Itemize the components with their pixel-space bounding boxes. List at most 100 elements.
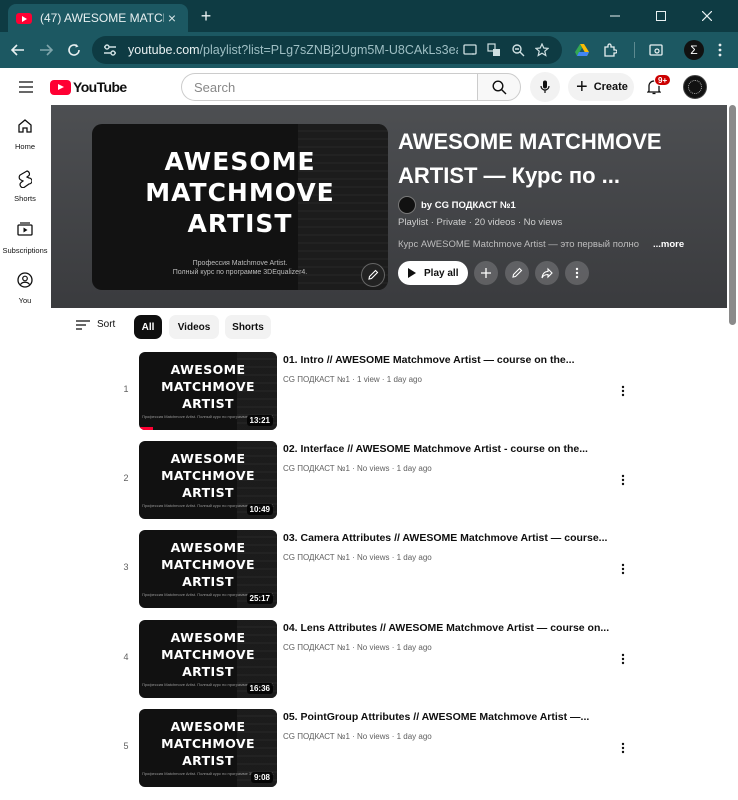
chip-all[interactable]: All bbox=[134, 315, 162, 339]
video-index: 5 bbox=[123, 741, 129, 751]
description-more-link[interactable]: ...more bbox=[653, 239, 684, 250]
play-all-label: Play all bbox=[424, 267, 459, 279]
video-thumbnail[interactable]: AWESOME MATCHMOVE ARTIST Профессия Match… bbox=[139, 352, 277, 430]
guide-label: Home bbox=[14, 142, 35, 151]
video-duration: 10:49 bbox=[246, 504, 273, 515]
hamburger-menu-icon[interactable] bbox=[14, 75, 38, 99]
chip-videos[interactable]: Videos bbox=[169, 315, 219, 339]
thumbnail-title: AWESOME MATCHMOVE ARTIST bbox=[161, 540, 255, 589]
owner-avatar bbox=[398, 196, 416, 214]
browser-tab[interactable]: (47) AWESOME MATCHMOVE A × bbox=[8, 4, 188, 32]
playlist-video-row[interactable]: 5 AWESOME MATCHMOVE ARTIST Профессия Mat… bbox=[110, 709, 635, 789]
play-icon bbox=[408, 268, 416, 278]
video-title[interactable]: 05. PointGroup Attributes // AWESOME Mat… bbox=[283, 711, 613, 723]
video-thumbnail[interactable]: AWESOME MATCHMOVE ARTIST Профессия Match… bbox=[139, 530, 277, 608]
video-index: 3 bbox=[123, 562, 129, 572]
video-thumbnail[interactable]: AWESOME MATCHMOVE ARTIST Профессия Match… bbox=[139, 441, 277, 519]
video-meta: CG ПОДКАСТ №1 · No views · 1 day ago bbox=[283, 553, 432, 562]
new-tab-button[interactable]: + bbox=[196, 6, 216, 26]
guide-item-shorts[interactable]: Shorts bbox=[0, 170, 50, 203]
account-avatar[interactable] bbox=[683, 75, 707, 99]
google-drive-icon[interactable] bbox=[570, 38, 594, 62]
voice-search-button[interactable] bbox=[530, 72, 560, 102]
video-title[interactable]: 01. Intro // AWESOME Matchmove Artist — … bbox=[283, 354, 613, 366]
video-meta: CG ПОДКАСТ №1 · No views · 1 day ago bbox=[283, 464, 432, 473]
chip-shorts[interactable]: Shorts bbox=[225, 315, 271, 339]
thumbnail-subtitle-line: Полный курс по программе 3DEqualizer4. bbox=[172, 269, 308, 276]
playlist-thumbnail[interactable]: AWESOME MATCHMOVE ARTIST Профессия Match… bbox=[92, 124, 388, 290]
translate-icon[interactable] bbox=[484, 40, 504, 60]
edit-playlist-pencil-icon[interactable] bbox=[505, 261, 529, 285]
video-menu-icon[interactable] bbox=[615, 382, 631, 400]
playlist-video-row[interactable]: 4 AWESOME MATCHMOVE ARTIST Профессия Mat… bbox=[110, 620, 635, 700]
search-input[interactable]: Search bbox=[181, 73, 477, 101]
youtube-logo[interactable]: YouTube bbox=[50, 79, 127, 95]
video-duration: 16:36 bbox=[246, 683, 273, 694]
video-index: 4 bbox=[123, 652, 129, 662]
video-meta: CG ПОДКАСТ №1 · 1 view · 1 day ago bbox=[283, 375, 422, 384]
extensions-puzzle-icon[interactable] bbox=[598, 38, 622, 62]
video-duration: 25:17 bbox=[246, 593, 273, 604]
browser-toolbar: youtube.com/playlist?list=PLg7sZNBj2Ugm5… bbox=[0, 32, 738, 68]
video-thumbnail[interactable]: AWESOME MATCHMOVE ARTIST Профессия Match… bbox=[139, 709, 277, 787]
close-window-icon[interactable] bbox=[684, 0, 730, 32]
guide-label: You bbox=[18, 296, 32, 305]
youtube-favicon-icon bbox=[16, 12, 32, 24]
video-menu-icon[interactable] bbox=[615, 560, 631, 578]
tab-close-icon[interactable]: × bbox=[164, 10, 180, 26]
guide-item-you[interactable]: You bbox=[0, 272, 50, 305]
more-actions-icon[interactable] bbox=[565, 261, 589, 285]
add-to-playlist-plus-icon[interactable] bbox=[474, 261, 498, 285]
playlist-video-row[interactable]: 2 AWESOME MATCHMOVE ARTIST Профессия Mat… bbox=[110, 441, 635, 521]
share-arrow-icon[interactable] bbox=[535, 261, 559, 285]
video-menu-icon[interactable] bbox=[615, 739, 631, 757]
watch-progress-bar bbox=[139, 427, 153, 430]
url-text: youtube.com/playlist?list=PLg7sZNBj2Ugm5… bbox=[128, 43, 458, 57]
forward-arrow-icon[interactable] bbox=[34, 38, 58, 62]
maximize-icon[interactable] bbox=[638, 0, 684, 32]
video-duration: 9:08 bbox=[250, 772, 273, 783]
play-all-button[interactable]: Play all bbox=[398, 261, 468, 285]
browser-profile-avatar[interactable]: Σ bbox=[684, 40, 704, 60]
guide-item-subscriptions[interactable]: Subscriptions bbox=[0, 222, 50, 255]
playlist-header: AWESOME MATCHMOVE ARTIST Профессия Match… bbox=[51, 105, 727, 308]
edit-thumbnail-pencil-icon[interactable] bbox=[361, 263, 385, 287]
tab-title: (47) AWESOME MATCHMOVE A bbox=[40, 11, 164, 25]
sort-button[interactable]: Sort bbox=[76, 319, 115, 330]
tab-search-icon[interactable] bbox=[644, 38, 668, 62]
video-title[interactable]: 04. Lens Attributes // AWESOME Matchmove… bbox=[283, 622, 613, 634]
thumbnail-title: AWESOME MATCHMOVE ARTIST bbox=[145, 147, 335, 238]
page-scrollbar[interactable] bbox=[729, 105, 736, 325]
video-meta: CG ПОДКАСТ №1 · No views · 1 day ago bbox=[283, 732, 432, 741]
guide-label: Shorts bbox=[14, 194, 36, 203]
bookmark-star-icon[interactable] bbox=[532, 40, 552, 60]
playlist-video-row[interactable]: 1 AWESOME MATCHMOVE ARTIST Профессия Mat… bbox=[110, 352, 635, 432]
playlist-video-row[interactable]: 3 AWESOME MATCHMOVE ARTIST Профессия Mat… bbox=[110, 530, 635, 610]
back-arrow-icon[interactable] bbox=[6, 38, 30, 62]
search-button[interactable] bbox=[477, 73, 521, 101]
playlist-title: AWESOME MATCHMOVE ARTIST — Курс по ... bbox=[398, 129, 662, 188]
create-button[interactable]: + Create bbox=[568, 73, 634, 101]
address-bar[interactable]: youtube.com/playlist?list=PLg7sZNBj2Ugm5… bbox=[92, 36, 562, 64]
guide-item-home[interactable]: Home bbox=[0, 118, 50, 151]
playlist-owner[interactable]: by CG ПОДКАСТ №1 bbox=[398, 196, 516, 214]
youtube-logo-icon bbox=[50, 79, 71, 95]
thumbnail-subtitle: Профессия Matchmove Artist. Полный курс … bbox=[92, 259, 388, 277]
sort-label: Sort bbox=[97, 319, 116, 330]
notification-count-badge: 9+ bbox=[654, 74, 672, 86]
microphone-icon bbox=[540, 80, 550, 93]
thumbnail-title: AWESOME MATCHMOVE ARTIST bbox=[161, 630, 255, 679]
youtube-masthead: YouTube Search + Create 9+ bbox=[0, 68, 738, 105]
video-menu-icon[interactable] bbox=[615, 471, 631, 489]
you-profile-icon bbox=[0, 272, 50, 292]
video-thumbnail[interactable]: AWESOME MATCHMOVE ARTIST Профессия Match… bbox=[139, 620, 277, 698]
video-menu-icon[interactable] bbox=[615, 650, 631, 668]
reload-icon[interactable] bbox=[62, 38, 86, 62]
site-settings-icon[interactable] bbox=[100, 40, 120, 60]
browser-menu-icon[interactable] bbox=[708, 38, 732, 62]
cast-icon[interactable] bbox=[460, 40, 480, 60]
video-title[interactable]: 02. Interface // AWESOME Matchmove Artis… bbox=[283, 443, 613, 455]
zoom-icon[interactable] bbox=[508, 40, 528, 60]
minimize-icon[interactable] bbox=[592, 0, 638, 32]
video-title[interactable]: 03. Camera Attributes // AWESOME Matchmo… bbox=[283, 532, 613, 544]
